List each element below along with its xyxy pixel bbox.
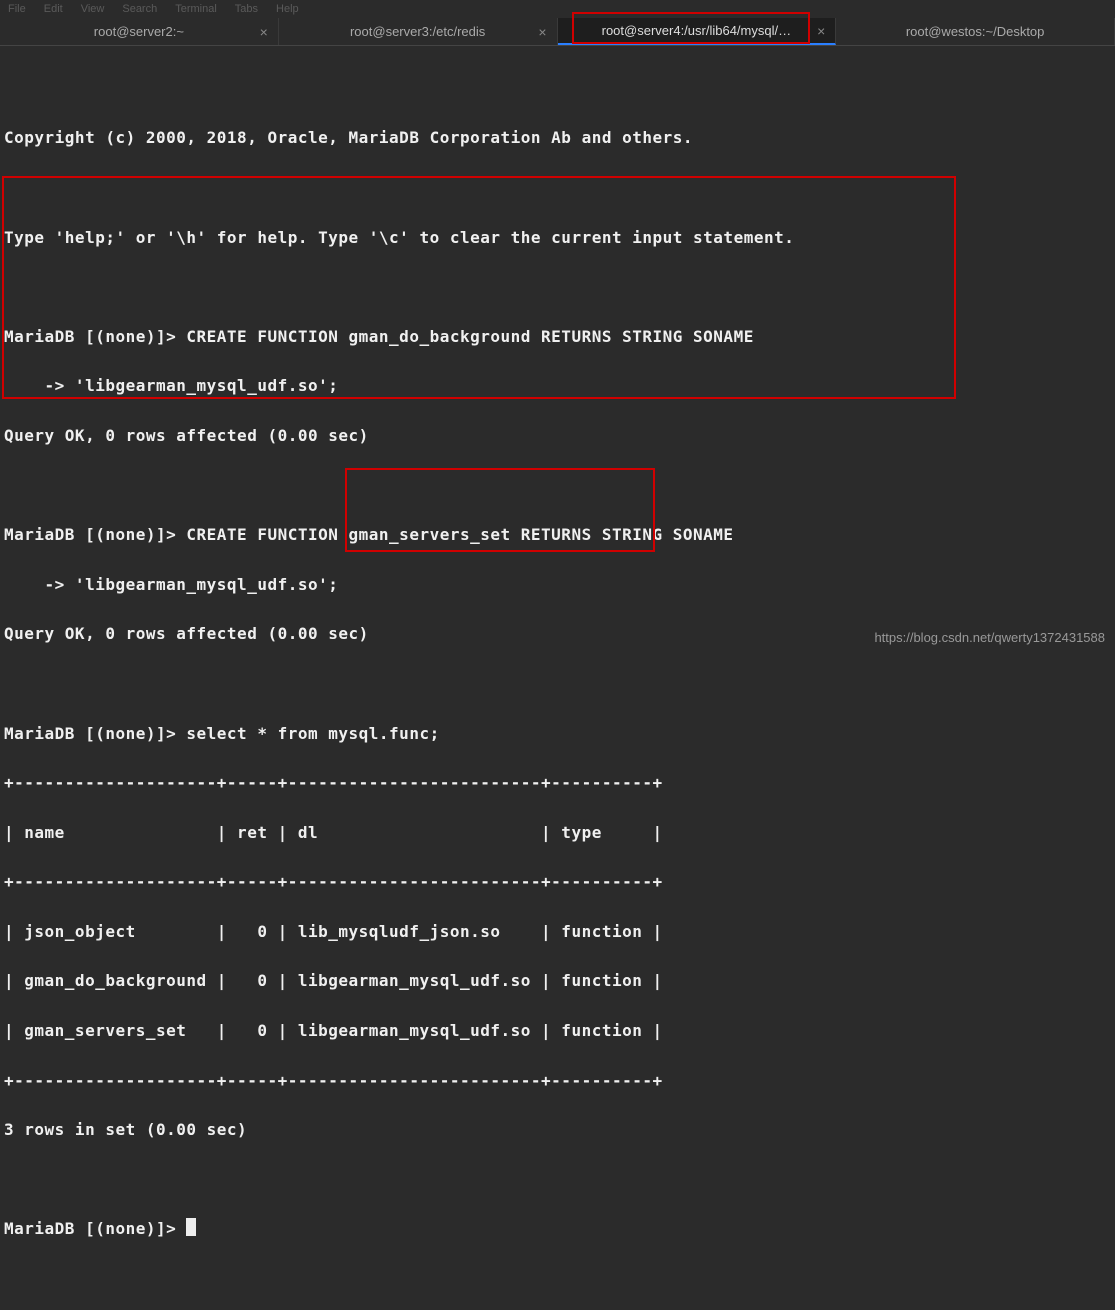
tabbar: root@server2:~ × root@server3:/etc/redis… [0, 18, 1115, 46]
menu-help[interactable]: Help [276, 3, 299, 15]
terminal-line: MariaDB [(none)]> CREATE FUNCTION gman_d… [4, 327, 764, 346]
terminal-line: MariaDB [(none)]> CREATE FUNCTION gman_s… [4, 525, 744, 544]
terminal-output[interactable]: Copyright (c) 2000, 2018, Oracle, MariaD… [0, 46, 1115, 1310]
watermark: https://blog.csdn.net/qwerty1372431588 [874, 630, 1105, 645]
terminal-line: | json_object | 0 | lib_mysqludf_json.so… [4, 922, 663, 941]
terminal-prompt: MariaDB [(none)]> [4, 1219, 186, 1238]
terminal-line: | gman_do_background | 0 | libgearman_my… [4, 971, 663, 990]
terminal-line: | gman_servers_set | 0 | libgearman_mysq… [4, 1021, 663, 1040]
menu-view[interactable]: View [81, 3, 105, 15]
menu-search[interactable]: Search [122, 3, 157, 15]
menu-edit[interactable]: Edit [44, 3, 63, 15]
tab-westos[interactable]: root@westos:~/Desktop [836, 18, 1115, 45]
terminal-line: Type 'help;' or '\h' for help. Type '\c'… [4, 228, 794, 247]
menu-terminal[interactable]: Terminal [175, 3, 217, 15]
menubar: File Edit View Search Terminal Tabs Help [0, 0, 1115, 18]
terminal-line: Query OK, 0 rows affected (0.00 sec) [4, 426, 369, 445]
terminal-line: 3 rows in set (0.00 sec) [4, 1120, 247, 1139]
cursor [186, 1218, 196, 1236]
terminal-line: Copyright (c) 2000, 2018, Oracle, MariaD… [4, 128, 693, 147]
terminal-line: -> 'libgearman_mysql_udf.so'; [4, 376, 338, 395]
menu-tabs[interactable]: Tabs [235, 3, 258, 15]
close-icon[interactable]: × [817, 23, 825, 39]
terminal-line: MariaDB [(none)]> select * from mysql.fu… [4, 724, 440, 743]
terminal-line: | name | ret | dl | type | [4, 823, 663, 842]
menu-file[interactable]: File [8, 3, 26, 15]
highlight-box-sql [2, 176, 956, 399]
terminal-line: +--------------------+-----+------------… [4, 872, 663, 891]
tab-label: root@server4:/usr/lib64/mysql/… [602, 23, 791, 38]
tab-label: root@server2:~ [94, 24, 184, 39]
terminal-line: +--------------------+-----+------------… [4, 773, 663, 792]
close-icon[interactable]: × [260, 24, 268, 40]
tab-server4[interactable]: root@server4:/usr/lib64/mysql/… × [558, 18, 837, 45]
tab-label: root@westos:~/Desktop [906, 24, 1045, 39]
tab-server2[interactable]: root@server2:~ × [0, 18, 279, 45]
terminal-line: Query OK, 0 rows affected (0.00 sec) [4, 624, 369, 643]
tab-label: root@server3:/etc/redis [350, 24, 485, 39]
terminal-line: +--------------------+-----+------------… [4, 1071, 663, 1090]
close-icon[interactable]: × [538, 24, 546, 40]
tab-server3[interactable]: root@server3:/etc/redis × [279, 18, 558, 45]
terminal-line: -> 'libgearman_mysql_udf.so'; [4, 575, 338, 594]
